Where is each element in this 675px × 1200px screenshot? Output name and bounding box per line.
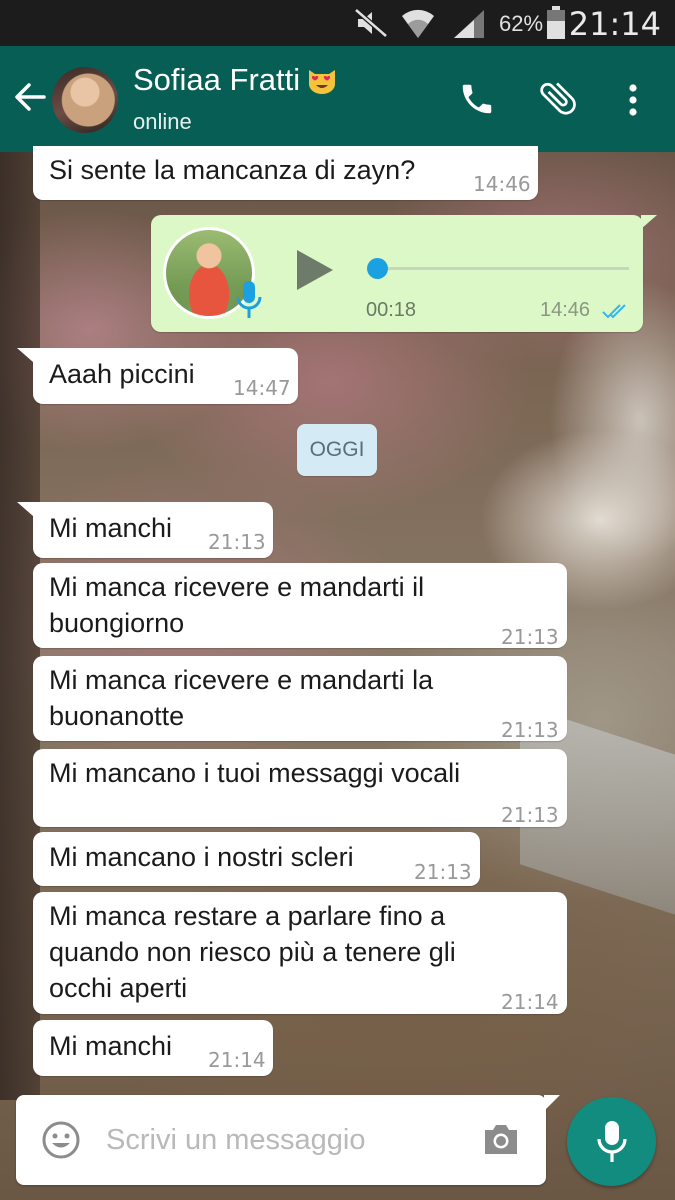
- message-composer: [16, 1095, 546, 1185]
- message-incoming[interactable]: Mi mancano i nostri scleri 21:13: [33, 832, 480, 886]
- date-separator: OGGI: [297, 424, 377, 476]
- message-incoming[interactable]: Mi manca restare a parlare fino a quando…: [33, 892, 567, 1014]
- read-ticks-icon: [602, 304, 626, 319]
- play-icon[interactable]: [293, 247, 337, 293]
- message-text-line: buonanotte: [49, 701, 185, 731]
- emoji-icon[interactable]: [40, 1119, 82, 1161]
- message-incoming[interactable]: Mi manchi 21:14: [33, 1020, 273, 1076]
- message-time: 21:13: [414, 860, 472, 884]
- composer-tail: [544, 1095, 560, 1111]
- message-time: 14:46: [473, 172, 531, 196]
- signal-icon: [454, 10, 484, 38]
- voice-progress-track[interactable]: [381, 267, 629, 270]
- message-time: 21:13: [501, 803, 559, 827]
- attach-icon[interactable]: [536, 76, 580, 120]
- record-voice-button[interactable]: [567, 1097, 656, 1186]
- chat-header: Sofiaa Fratti online: [0, 46, 675, 152]
- battery-icon: [547, 6, 565, 39]
- phone-icon[interactable]: [458, 80, 496, 118]
- message-text: Mi manchi: [49, 513, 173, 543]
- voice-duration: 00:18: [366, 299, 417, 321]
- contact-avatar[interactable]: [52, 67, 118, 133]
- message-input[interactable]: [106, 1120, 466, 1160]
- camera-icon[interactable]: [481, 1120, 521, 1158]
- voice-message-outgoing[interactable]: 00:18 14:46: [151, 215, 657, 332]
- message-text-line: Mi manca ricevere e mandarti la: [49, 665, 434, 695]
- message-incoming[interactable]: Mi manca ricevere e mandarti il buongior…: [33, 563, 567, 649]
- more-vert-icon[interactable]: [622, 82, 644, 122]
- message-time: 14:47: [233, 376, 291, 400]
- message-time: 21:14: [501, 990, 559, 1014]
- message-incoming[interactable]: Mi manca ricevere e mandarti la buonanot…: [33, 656, 567, 742]
- mute-icon: [354, 8, 388, 38]
- mic-icon: [597, 1121, 627, 1162]
- message-time: 21:13: [208, 530, 266, 554]
- mic-badge-icon: [236, 281, 262, 318]
- status-bar: 62% 21:14: [0, 0, 675, 46]
- message-text-line: Mi manca ricevere e mandarti il: [49, 572, 425, 602]
- message-incoming[interactable]: Aaah piccini 14:47: [17, 348, 298, 404]
- message-text: Mi mancano i nostri scleri: [49, 842, 354, 872]
- message-incoming[interactable]: Mi manchi 21:13: [17, 502, 273, 558]
- contact-status: online: [133, 109, 192, 134]
- message-incoming[interactable]: Mi mancano i tuoi messaggi vocali 21:13: [33, 749, 567, 827]
- wifi-icon: [402, 9, 434, 38]
- contact-name[interactable]: Sofiaa Fratti: [133, 62, 338, 98]
- message-time: 21:14: [208, 1048, 266, 1072]
- message-text: Aaah piccini: [49, 359, 195, 389]
- message-incoming[interactable]: Si sente la mancanza di zayn? 14:46: [33, 146, 538, 200]
- message-time: 21:13: [501, 718, 559, 742]
- battery-percent: 62%: [499, 11, 544, 36]
- message-text: Si sente la mancanza di zayn?: [49, 155, 416, 185]
- message-text: Mi mancano i tuoi messaggi vocali: [49, 758, 461, 788]
- message-text-line: buongiorno: [49, 608, 185, 638]
- message-text-line: Mi manca restare a parlare fino a: [49, 901, 446, 931]
- message-time: 21:13: [501, 625, 559, 649]
- message-text-line: quando non riesco più a tenere gli: [49, 937, 456, 967]
- message-text-line: occhi aperti: [49, 973, 188, 1003]
- bubble-tail: [641, 215, 657, 229]
- voice-progress-knob[interactable]: [367, 258, 388, 279]
- bubble-tail: [17, 348, 33, 362]
- status-time: 21:14: [568, 5, 661, 43]
- heart-eyes-cat-emoji-icon: [309, 70, 336, 94]
- back-arrow-icon[interactable]: [12, 79, 48, 115]
- message-time: 14:46: [540, 299, 591, 321]
- contact-name-text: Sofiaa Fratti: [133, 62, 301, 97]
- bubble-tail: [17, 502, 33, 516]
- message-text: Mi manchi: [49, 1031, 173, 1061]
